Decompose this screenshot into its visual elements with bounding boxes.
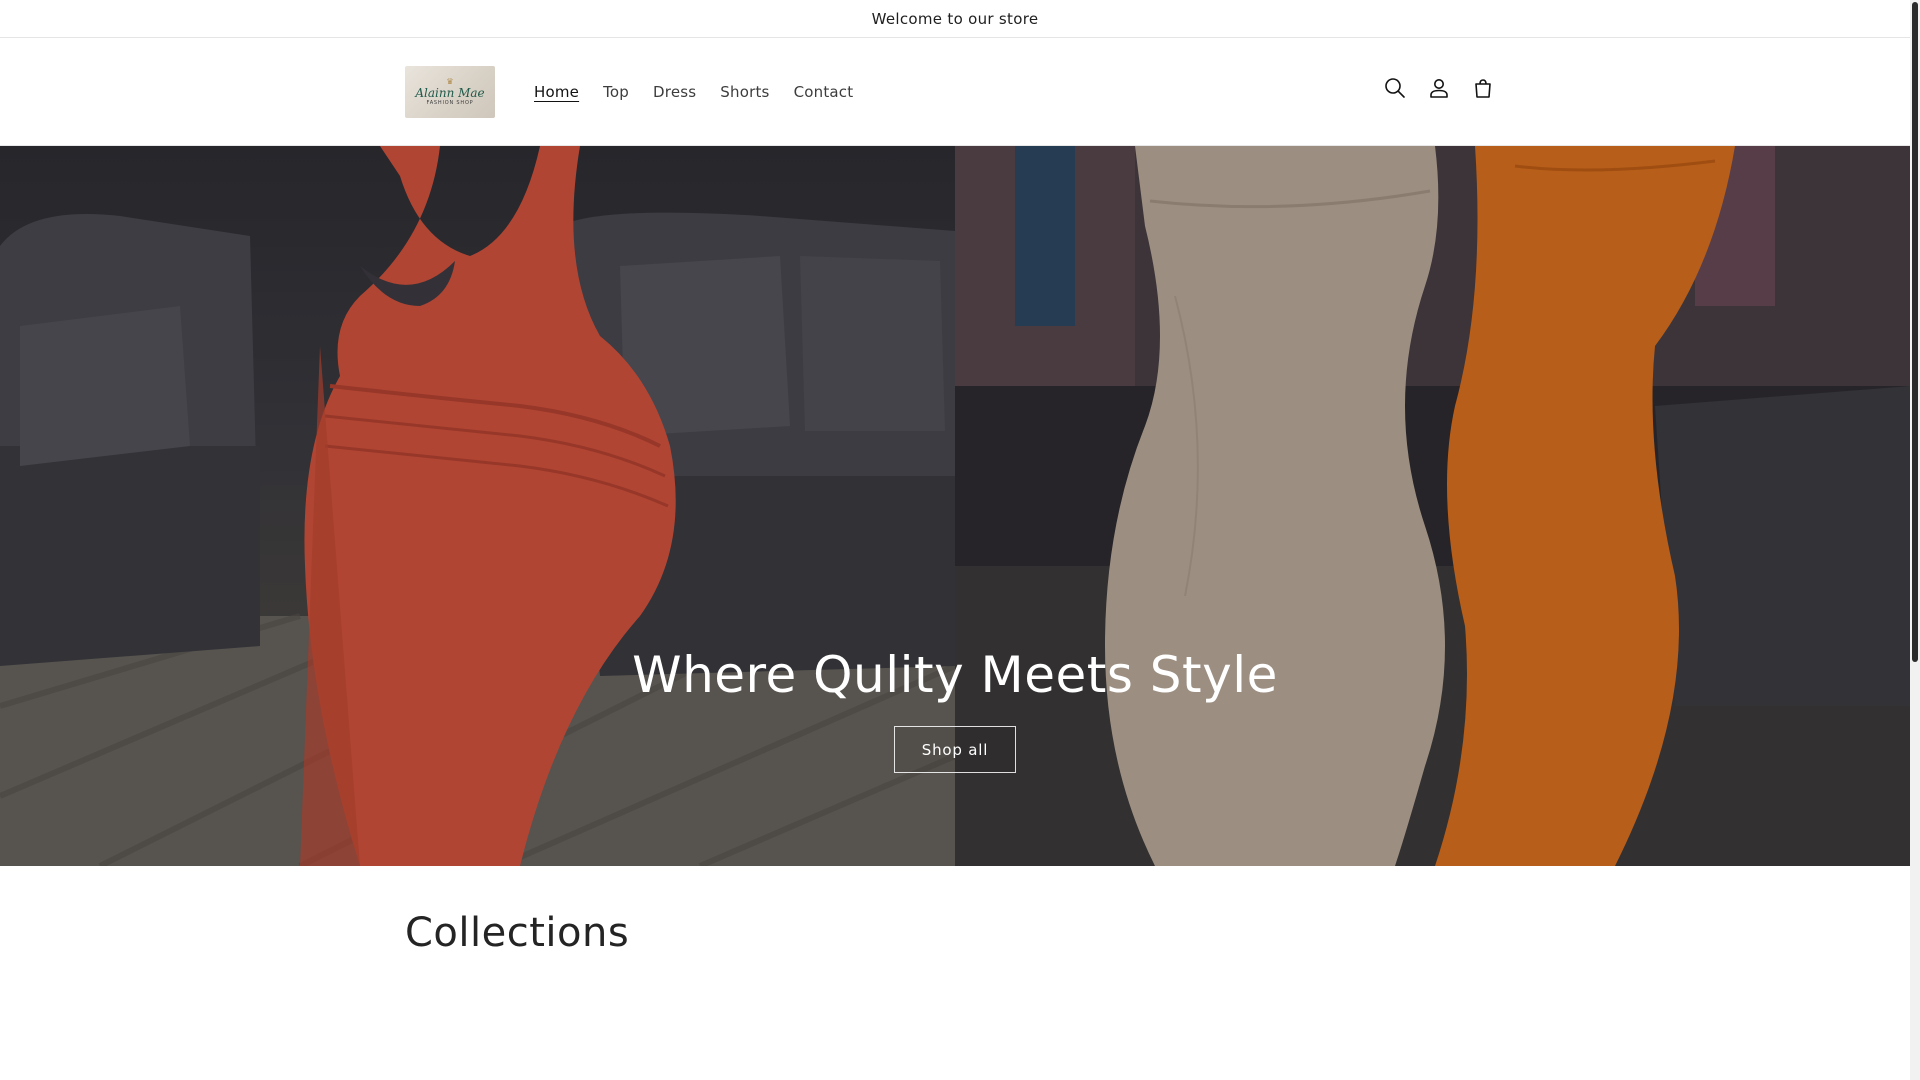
- nav-dress[interactable]: Dress: [641, 83, 708, 101]
- hero-banner: Where Qulity Meets Style Shop all: [0, 146, 1910, 866]
- announcement-bar: Welcome to our store: [0, 0, 1910, 38]
- main-nav: Home Top Dress Shorts Contact: [522, 38, 865, 145]
- collections-heading: Collections: [405, 910, 630, 956]
- logo-script-text: Alainn Mae: [415, 85, 485, 100]
- cart-icon[interactable]: [1465, 70, 1501, 106]
- nav-contact[interactable]: Contact: [782, 83, 866, 101]
- page-scrollbar[interactable]: [1910, 0, 1920, 1080]
- site-header: ♛ Alainn Mae FASHION SHOP Home Top Dress…: [0, 38, 1910, 146]
- shop-all-button[interactable]: Shop all: [894, 726, 1016, 773]
- header-icons: [1377, 70, 1501, 106]
- store-logo[interactable]: ♛ Alainn Mae FASHION SHOP: [405, 66, 495, 118]
- logo-subtitle: FASHION SHOP: [426, 99, 474, 106]
- nav-shorts[interactable]: Shorts: [708, 83, 781, 101]
- announcement-text: Welcome to our store: [871, 9, 1039, 28]
- scrollbar-thumb[interactable]: [1912, 2, 1918, 662]
- nav-home[interactable]: Home: [522, 83, 591, 101]
- page: Welcome to our store ♛ Alainn Mae FASHIO…: [0, 0, 1920, 1080]
- logo-crown-icon: ♛: [446, 76, 454, 86]
- nav-top[interactable]: Top: [591, 83, 641, 101]
- hero-content: Where Qulity Meets Style Shop all: [0, 646, 1910, 773]
- search-icon[interactable]: [1377, 70, 1413, 106]
- hero-title: Where Qulity Meets Style: [632, 646, 1278, 704]
- account-icon[interactable]: [1421, 70, 1457, 106]
